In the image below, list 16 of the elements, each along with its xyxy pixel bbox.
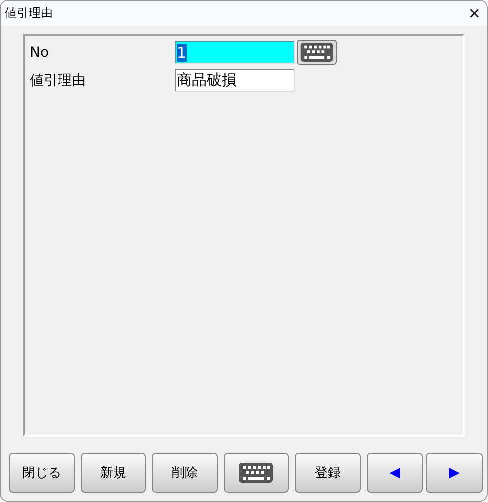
field-label: 値引理由 — [30, 72, 87, 90]
window-title: 値引理由 — [5, 5, 53, 22]
button[interactable]: 登録 — [295, 453, 361, 493]
keyboard-icon — [239, 463, 274, 483]
keyboard-icon — [300, 43, 334, 62]
field-label: No — [30, 44, 50, 60]
arrow-button[interactable]: ◀ — [366, 453, 424, 493]
input-field[interactable]: 商品破損 — [175, 69, 295, 92]
keyboard-button[interactable] — [224, 453, 290, 493]
close-icon[interactable]: ✕ — [468, 4, 481, 22]
keyboard-button[interactable] — [297, 40, 337, 65]
button[interactable]: 新規 — [80, 453, 146, 493]
button[interactable]: 削除 — [152, 453, 218, 493]
arrow-button[interactable]: ▶ — [426, 453, 483, 493]
input-field[interactable]: 1 — [175, 41, 295, 64]
button[interactable]: 閉じる — [9, 453, 75, 493]
